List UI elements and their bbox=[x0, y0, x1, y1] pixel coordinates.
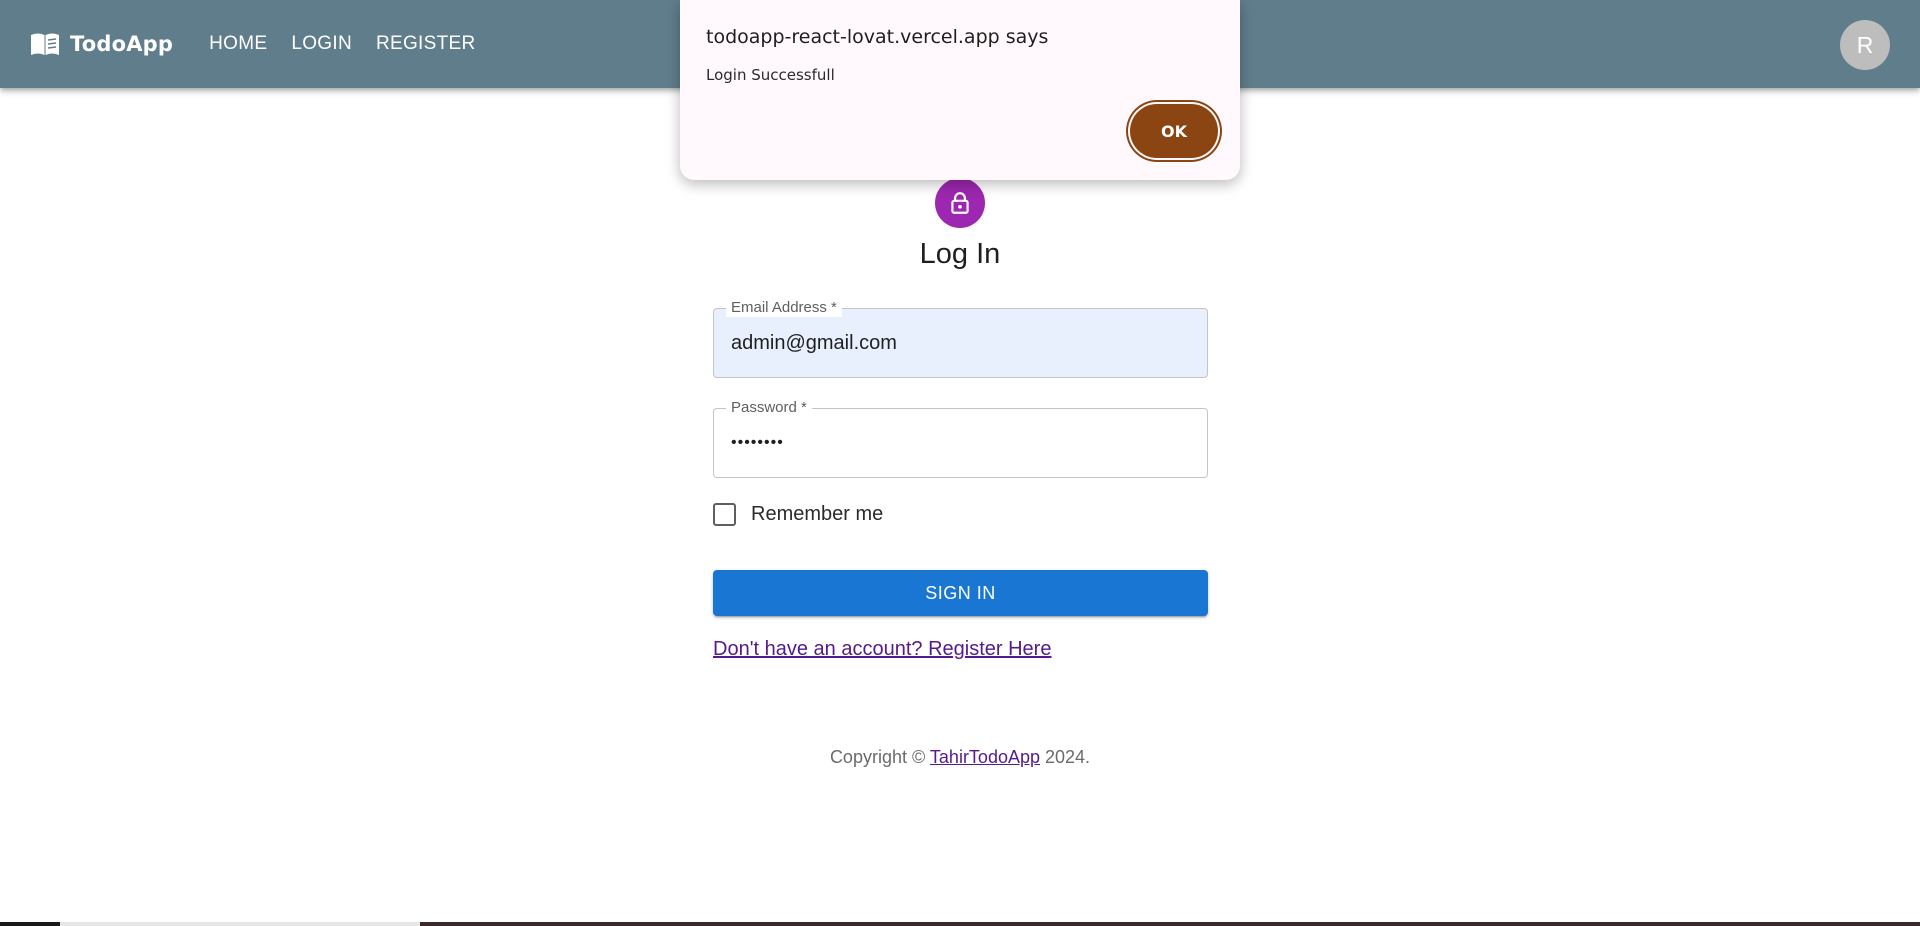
nav-login[interactable]: LOGIN bbox=[279, 25, 364, 63]
copyright-prefix: Copyright © bbox=[829, 747, 930, 767]
copyright: Copyright © TahirTodoApp 2024. bbox=[0, 747, 1920, 768]
password-field: Password * bbox=[713, 399, 1208, 478]
nav-home[interactable]: HOME bbox=[197, 25, 279, 63]
taskbar-segment bbox=[0, 922, 60, 926]
taskbar-segment bbox=[60, 922, 420, 926]
book-icon bbox=[31, 33, 59, 55]
register-link[interactable]: Don't have an account? Register Here bbox=[713, 638, 1051, 661]
email-field: Email Address * bbox=[713, 299, 1208, 378]
copyright-suffix: 2024. bbox=[1040, 747, 1091, 767]
ok-button[interactable]: OK bbox=[1130, 104, 1218, 158]
email-input[interactable] bbox=[714, 309, 1207, 377]
alert-dialog: todoapp-react-lovat.vercel.app says Logi… bbox=[680, 0, 1240, 180]
nav-register[interactable]: REGISTER bbox=[364, 25, 488, 63]
remember-checkbox[interactable] bbox=[713, 502, 736, 526]
page-title: Log In bbox=[919, 238, 1001, 270]
copyright-link[interactable]: TahirTodoApp bbox=[930, 747, 1040, 767]
lock-icon bbox=[951, 192, 969, 214]
dialog-message: Login Successfull bbox=[706, 66, 835, 84]
lock-avatar bbox=[935, 178, 985, 228]
brand-name: TodoApp bbox=[70, 32, 174, 56]
avatar[interactable]: R bbox=[1840, 20, 1890, 70]
brand[interactable]: TodoApp bbox=[30, 32, 173, 56]
remember-label: Remember me bbox=[751, 502, 884, 525]
sign-in-button[interactable]: SIGN IN bbox=[713, 570, 1208, 616]
dialog-title: todoapp-react-lovat.vercel.app says bbox=[706, 26, 1049, 48]
taskbar-strip bbox=[0, 922, 1920, 926]
password-input[interactable] bbox=[714, 409, 1207, 477]
remember-me[interactable]: Remember me bbox=[713, 500, 883, 528]
